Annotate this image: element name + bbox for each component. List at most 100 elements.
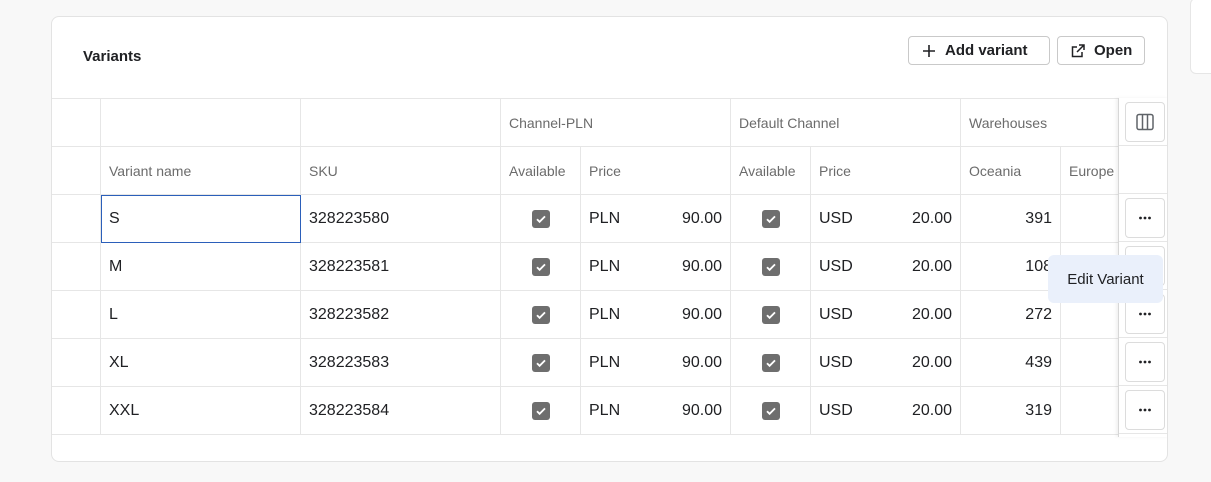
pln-available-checkbox[interactable] (531, 306, 550, 324)
check-icon (765, 359, 776, 368)
default-available-cell[interactable] (731, 339, 811, 387)
default-price-cell[interactable]: USD 20.00 (811, 291, 961, 339)
sku-cell[interactable]: 328223581 (301, 243, 501, 291)
column-header-default-price[interactable]: Price (811, 147, 961, 195)
pln-available-cell[interactable] (501, 195, 581, 243)
default-price-cell[interactable]: USD 20.00 (811, 195, 961, 243)
default-price-cell[interactable]: USD 20.00 (811, 387, 961, 435)
column-picker-slot (1119, 98, 1167, 146)
check-icon (765, 263, 776, 272)
check-icon (535, 215, 546, 224)
row-marker[interactable] (52, 387, 101, 435)
default-price-cell[interactable]: USD 20.00 (811, 339, 961, 387)
columns-icon (1135, 113, 1154, 130)
pln-currency: PLN (589, 258, 621, 275)
europe-stock-cell[interactable] (1061, 339, 1118, 387)
group-header-warehouses[interactable]: Warehouses (961, 99, 1118, 147)
variant-name-cell[interactable]: M (101, 243, 301, 291)
pln-available-cell[interactable] (501, 387, 581, 435)
pln-price-cell[interactable]: PLN 90.00 (581, 387, 731, 435)
edit-variant-tooltip[interactable]: Edit Variant (1048, 255, 1163, 303)
pln-price-cell[interactable]: PLN 90.00 (581, 243, 731, 291)
pln-currency: PLN (589, 306, 621, 323)
pln-price-cell[interactable]: PLN 90.00 (581, 195, 731, 243)
default-available-cell[interactable] (731, 291, 811, 339)
table-row[interactable]: XXL 328223584 PLN 90.00 USD 20.00 319 (52, 387, 1118, 435)
column-picker-button[interactable] (1124, 101, 1165, 142)
check-icon (535, 407, 546, 416)
default-available-checkbox[interactable] (761, 354, 780, 372)
column-header-oceania[interactable]: Oceania (961, 147, 1061, 195)
pln-available-cell[interactable] (501, 291, 581, 339)
table-row[interactable]: L 328223582 PLN 90.00 USD 20.00 272 (52, 291, 1118, 339)
variant-name-cell[interactable]: XXL (101, 387, 301, 435)
column-header-default-available[interactable]: Available (731, 147, 811, 195)
pln-price-cell[interactable]: PLN 90.00 (581, 291, 731, 339)
table-row[interactable]: S 328223580 PLN 90.00 USD 20.00 391 (52, 195, 1118, 243)
pln-available-checkbox[interactable] (531, 210, 550, 228)
row-menu-button[interactable] (1124, 341, 1165, 382)
default-price-cell[interactable]: USD 20.00 (811, 243, 961, 291)
row-marker[interactable] (52, 339, 101, 387)
pln-available-checkbox[interactable] (531, 354, 550, 372)
table-row[interactable]: XL 328223583 PLN 90.00 USD 20.00 439 (52, 339, 1118, 387)
open-button[interactable]: Open (1057, 36, 1145, 65)
default-available-cell[interactable] (731, 195, 811, 243)
row-menu-button[interactable] (1124, 389, 1165, 430)
row-marker-header (52, 147, 101, 195)
row-marker[interactable] (52, 291, 101, 339)
pln-price-cell[interactable]: PLN 90.00 (581, 339, 731, 387)
more-horizontal-icon (1138, 360, 1151, 363)
pln-available-cell[interactable] (501, 243, 581, 291)
default-price-value: 20.00 (911, 306, 952, 323)
pln-currency: PLN (589, 402, 621, 419)
group-header-row: Channel-PLN Default Channel Warehouses (52, 99, 1118, 147)
row-action-slot (1119, 338, 1167, 386)
row-marker[interactable] (52, 195, 101, 243)
europe-stock-cell[interactable] (1061, 195, 1118, 243)
default-available-checkbox[interactable] (761, 402, 780, 420)
variant-name-cell[interactable]: S (101, 195, 301, 243)
group-header-default-channel[interactable]: Default Channel (731, 99, 961, 147)
open-label: Open (1094, 42, 1133, 59)
check-icon (535, 263, 546, 272)
column-header-europe[interactable]: Europe (1061, 147, 1118, 195)
column-header-sku[interactable]: SKU (301, 147, 501, 195)
sku-cell[interactable]: 328223584 (301, 387, 501, 435)
pln-currency: PLN (589, 354, 621, 371)
column-header-variant-name[interactable]: Variant name (101, 147, 301, 195)
oceania-stock-cell[interactable]: 272 (961, 291, 1061, 339)
column-header-pln-price[interactable]: Price (581, 147, 731, 195)
oceania-stock-cell[interactable]: 439 (961, 339, 1061, 387)
europe-stock-cell[interactable] (1061, 387, 1118, 435)
default-available-cell[interactable] (731, 243, 811, 291)
sku-cell[interactable]: 328223583 (301, 339, 501, 387)
oceania-stock-cell[interactable]: 391 (961, 195, 1061, 243)
variant-name-cell[interactable]: XL (101, 339, 301, 387)
table-row[interactable]: M 328223581 PLN 90.00 USD 20.00 108 (52, 243, 1118, 291)
row-marker[interactable] (52, 243, 101, 291)
default-available-cell[interactable] (731, 387, 811, 435)
variant-name-cell[interactable]: L (101, 291, 301, 339)
row-menu-button[interactable] (1124, 197, 1165, 238)
add-variant-button[interactable]: Add variant (908, 36, 1050, 65)
oceania-stock-cell[interactable]: 108 (961, 243, 1061, 291)
pln-available-checkbox[interactable] (531, 258, 550, 276)
card-title: Variants (83, 48, 142, 65)
actions-header-slot (1119, 146, 1167, 194)
group-header-channel-pln[interactable]: Channel-PLN (501, 99, 731, 147)
pln-currency: PLN (589, 210, 621, 227)
pln-available-checkbox[interactable] (531, 402, 550, 420)
column-header-pln-available[interactable]: Available (501, 147, 581, 195)
column-header-row: Variant name SKU Available Price Availab… (52, 147, 1118, 195)
default-available-checkbox[interactable] (761, 258, 780, 276)
pln-price-value: 90.00 (681, 354, 722, 371)
check-icon (765, 215, 776, 224)
default-available-checkbox[interactable] (761, 306, 780, 324)
default-available-checkbox[interactable] (761, 210, 780, 228)
default-price-value: 20.00 (911, 258, 952, 275)
sku-cell[interactable]: 328223582 (301, 291, 501, 339)
pln-available-cell[interactable] (501, 339, 581, 387)
oceania-stock-cell[interactable]: 319 (961, 387, 1061, 435)
sku-cell[interactable]: 328223580 (301, 195, 501, 243)
